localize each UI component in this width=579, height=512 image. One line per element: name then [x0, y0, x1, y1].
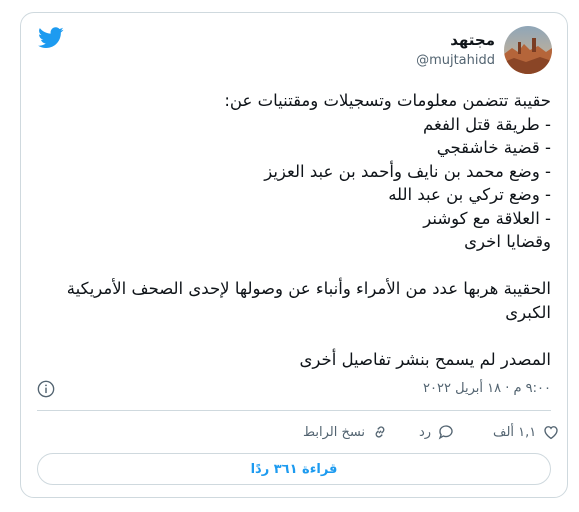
heart-icon [544, 426, 558, 440]
read-replies-button[interactable]: قراءة ٣٦١ ردًا [37, 453, 551, 485]
info-icon[interactable] [37, 380, 55, 398]
divider [37, 410, 551, 411]
like-button[interactable]: ١,١ ألف [493, 423, 560, 441]
copy-link-button[interactable]: نسخ الرابط [303, 423, 389, 441]
avatar[interactable] [504, 26, 552, 74]
twitter-bird-icon[interactable] [38, 27, 64, 49]
tweet-text: حقيبة تتضمن معلومات وتسجيلات ومقتنيات عن… [66, 91, 551, 369]
link-icon [375, 426, 385, 438]
author-handle[interactable]: @mujtahidd [416, 53, 495, 68]
like-count: ١,١ ألف [493, 424, 537, 440]
reply-label: رد [419, 424, 432, 440]
tweet-timestamp[interactable]: ٩:٠٠ م · ١٨ أبريل ٢٠٢٢ [423, 381, 551, 396]
copy-link-label: نسخ الرابط [303, 424, 366, 440]
action-bar: ١,١ ألف رد نسخ الرابط [21, 423, 567, 447]
author-display-name[interactable]: مجتهد [450, 31, 495, 49]
tweet-card: مجتهد @mujtahidd حقيبة تتضمن معلومات وتس… [20, 12, 568, 498]
reply-bubble-icon [438, 425, 453, 440]
avatar-image [504, 26, 552, 74]
reply-button[interactable]: رد [419, 423, 455, 441]
